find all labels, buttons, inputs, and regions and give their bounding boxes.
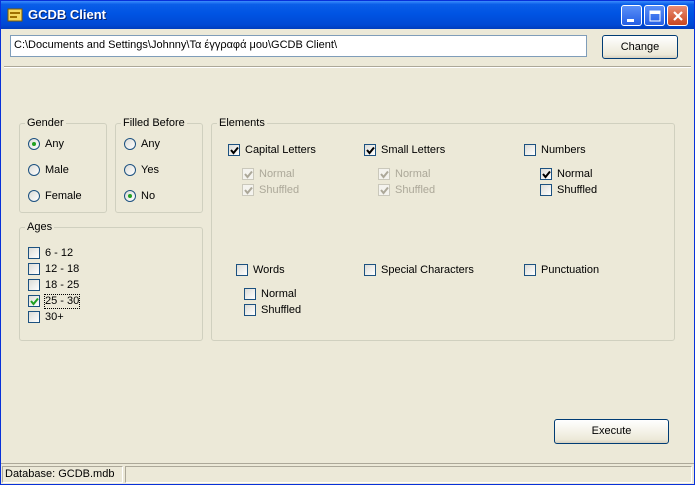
close-icon: [673, 11, 683, 21]
special-characters-checkbox[interactable]: [364, 264, 376, 276]
window-title: GCDB Client: [28, 7, 106, 22]
status-database: Database: GCDB.mdb: [2, 466, 123, 483]
small-shuffled-label: Shuffled: [395, 184, 436, 196]
words-normal-checkbox[interactable]: [244, 288, 256, 300]
filled-no-radio[interactable]: [124, 190, 136, 202]
client-area: C:\Documents and Settings\Johnny\Τα έγγρ…: [4, 30, 691, 463]
numbers-shuffled-checkbox[interactable]: [540, 184, 552, 196]
path-input[interactable]: C:\Documents and Settings\Johnny\Τα έγγρ…: [10, 35, 587, 57]
minimize-icon: [627, 19, 634, 22]
punctuation-checkbox[interactable]: [524, 264, 536, 276]
filled-yes-radio[interactable]: [124, 164, 136, 176]
execute-button[interactable]: Execute: [554, 419, 669, 444]
capital-normal-checkbox[interactable]: [242, 168, 254, 180]
app-icon: [7, 7, 23, 23]
gender-female-label: Female: [45, 190, 82, 202]
minimize-button[interactable]: [621, 5, 642, 26]
age-30-plus-checkbox[interactable]: [28, 311, 40, 323]
numbers-label: Numbers: [541, 144, 586, 156]
change-button[interactable]: Change: [602, 35, 678, 59]
words-shuffled-label: Shuffled: [261, 304, 302, 316]
age-25-30-label: 25 - 30: [43, 294, 81, 309]
capital-normal-label: Normal: [259, 168, 295, 180]
filled-any-radio[interactable]: [124, 138, 136, 150]
age-25-30-checkbox[interactable]: [28, 295, 40, 307]
small-normal-checkbox[interactable]: [378, 168, 390, 180]
elements-group-label: Elements: [217, 117, 267, 130]
capital-letters-label: Capital Letters: [245, 144, 316, 156]
elements-group: Elements Capital Letters Normal Shuffled…: [211, 117, 675, 341]
age-6-12-label: 6 - 12: [45, 247, 74, 259]
filled-yes-label: Yes: [141, 164, 159, 176]
app-window: GCDB Client C:\Documents and Settings\Jo…: [0, 0, 695, 485]
numbers-shuffled-label: Shuffled: [557, 184, 598, 196]
separator: [4, 66, 691, 68]
gender-any-label: Any: [45, 138, 64, 150]
capital-letters-checkbox[interactable]: [228, 144, 240, 156]
numbers-checkbox[interactable]: [524, 144, 536, 156]
age-12-18-checkbox[interactable]: [28, 263, 40, 275]
filled-any-label: Any: [141, 138, 160, 150]
age-12-18-label: 12 - 18: [45, 263, 80, 275]
age-18-25-checkbox[interactable]: [28, 279, 40, 291]
gender-any-radio[interactable]: [28, 138, 40, 150]
numbers-normal-label: Normal: [557, 168, 593, 180]
status-pane-empty: [125, 466, 692, 483]
small-shuffled-checkbox[interactable]: [378, 184, 390, 196]
small-normal-label: Normal: [395, 168, 431, 180]
small-letters-label: Small Letters: [381, 144, 446, 156]
age-6-12-checkbox[interactable]: [28, 247, 40, 259]
gender-group-label: Gender: [25, 117, 66, 130]
filled-before-group: Filled Before Any Yes No: [115, 117, 203, 213]
numbers-normal-checkbox[interactable]: [540, 168, 552, 180]
words-normal-label: Normal: [261, 288, 297, 300]
gender-male-radio[interactable]: [28, 164, 40, 176]
capital-shuffled-checkbox[interactable]: [242, 184, 254, 196]
age-18-25-label: 18 - 25: [45, 279, 80, 291]
small-letters-checkbox[interactable]: [364, 144, 376, 156]
capital-shuffled-label: Shuffled: [259, 184, 300, 196]
maximize-icon: [649, 10, 661, 22]
title-bar[interactable]: GCDB Client: [1, 1, 694, 29]
maximize-button[interactable]: [644, 5, 665, 26]
age-30-plus-label: 30+: [45, 311, 64, 323]
words-label: Words: [253, 264, 285, 276]
ages-group-label: Ages: [25, 221, 55, 234]
gender-group: Gender Any Male Female: [19, 117, 107, 213]
words-checkbox[interactable]: [236, 264, 248, 276]
close-button[interactable]: [667, 5, 688, 26]
gender-female-radio[interactable]: [28, 190, 40, 202]
special-characters-label: Special Characters: [381, 264, 474, 276]
filled-before-group-label: Filled Before: [121, 117, 187, 130]
ages-group: Ages 6 - 12 12 - 18 18 - 25 25 - 30 30+: [19, 221, 203, 341]
status-bar: Database: GCDB.mdb: [1, 463, 694, 484]
filled-no-label: No: [141, 190, 156, 202]
gender-male-label: Male: [45, 164, 69, 176]
words-shuffled-checkbox[interactable]: [244, 304, 256, 316]
punctuation-label: Punctuation: [541, 264, 600, 276]
